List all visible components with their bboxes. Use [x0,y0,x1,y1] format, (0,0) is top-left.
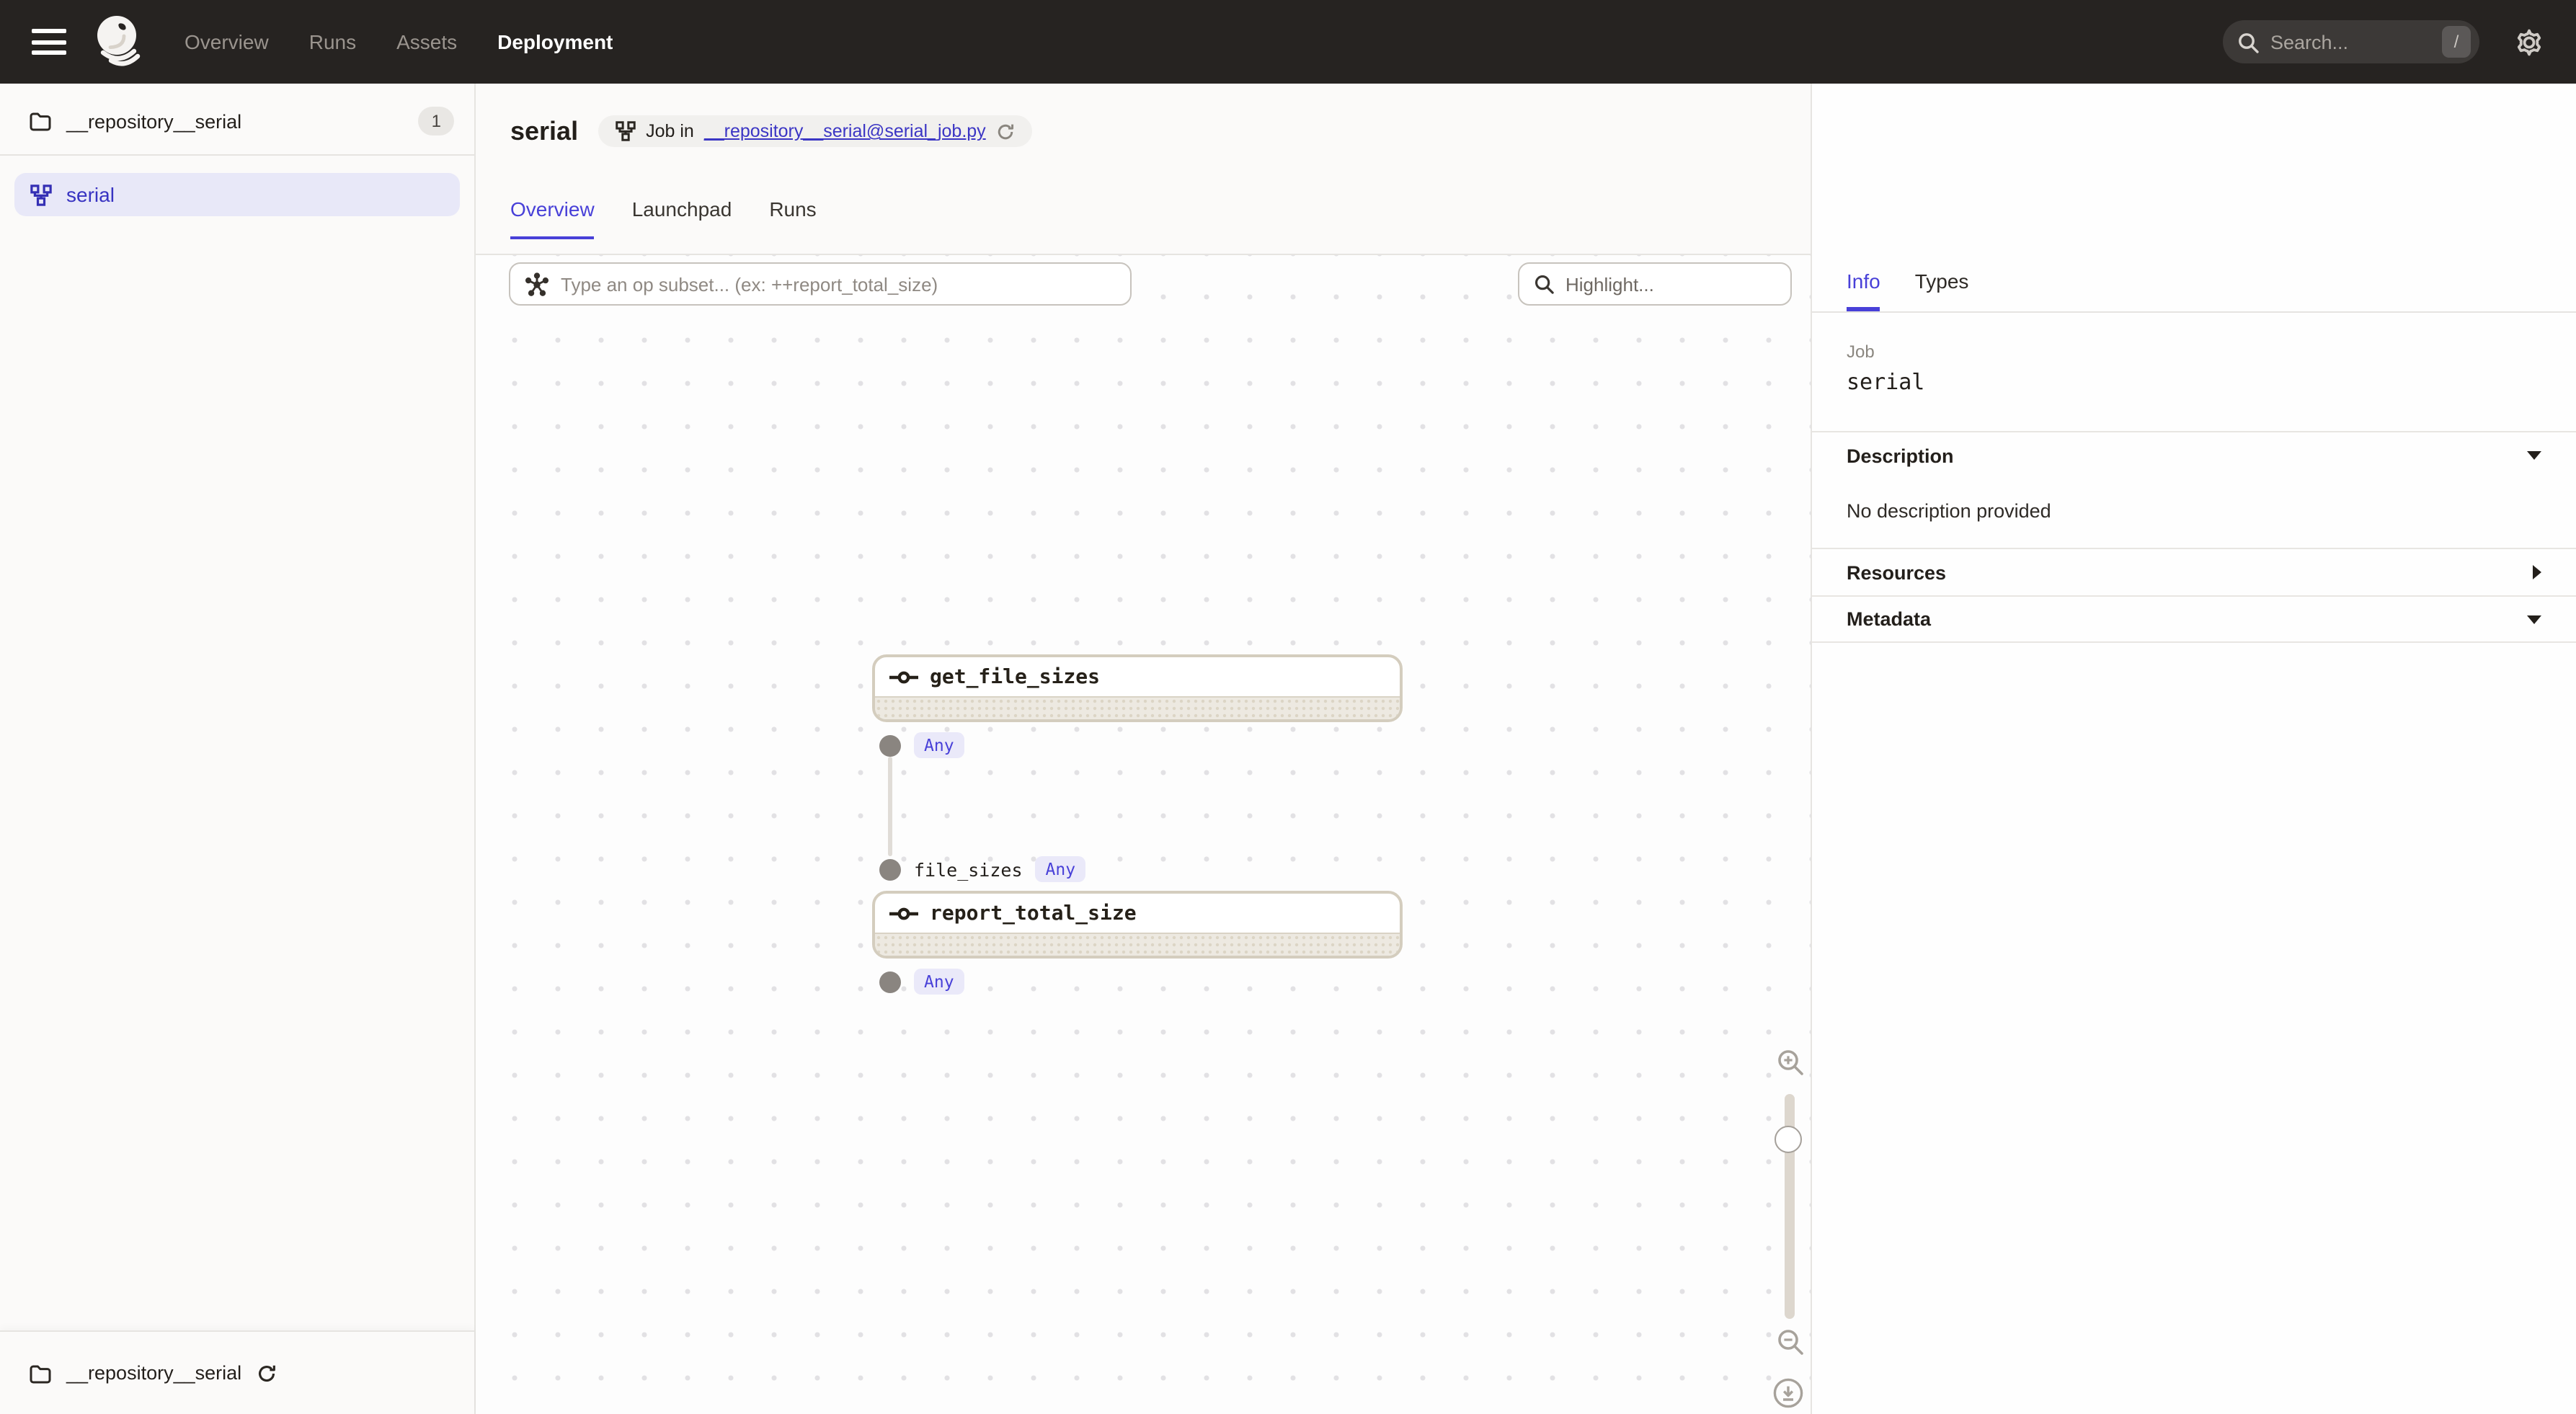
section-title: Description [1847,445,1954,466]
op-name: report_total_size [930,902,1137,925]
folder-icon [29,1361,52,1384]
breadcrumb: Job in __repository__serial@serial_job.p… [598,115,1032,147]
job-icon [30,184,52,205]
caret-down-icon [2527,451,2541,460]
tab-info[interactable]: Info [1847,270,1880,311]
breadcrumb-prefix: Job in [646,121,694,141]
output-row-report-total-size: Any [879,969,964,995]
sidebar-item-label: serial [66,183,115,206]
nav-link-assets[interactable]: Assets [396,30,457,53]
type-badge[interactable]: Any [914,969,964,995]
info-panel: Info Types Job serial Description No des… [1811,84,2576,1414]
job-tabs: Overview Launchpad Runs [510,196,1776,254]
info-sections: Description No description provided Reso… [1812,431,2576,643]
sidebar-item-serial[interactable]: serial [14,173,460,216]
output-handle [879,734,901,756]
section-metadata[interactable]: Metadata [1812,595,2576,643]
op-node-report-total-size[interactable]: report_total_size [872,891,1403,959]
caret-right-icon [2533,565,2541,579]
dagster-logo[interactable] [89,12,147,72]
zoom-out-icon[interactable] [1776,1328,1805,1356]
output-handle [879,971,901,992]
repo-header[interactable]: __repository__serial 1 [0,84,474,156]
description-body: No description provided [1812,479,2576,548]
tab-types[interactable]: Types [1915,270,1969,311]
repo-location-link[interactable]: __repository__serial@serial_job.py [704,121,986,141]
op-subset-filter [509,262,1132,306]
sidebar-footer: __repository__serial [0,1330,474,1414]
type-badge[interactable]: Any [914,732,964,758]
search-icon [1534,274,1554,294]
highlight-filter [1518,262,1792,306]
main-content: serial Job in __repository__serial@seria… [476,84,1811,1414]
search-shortcut-badge: / [2442,26,2471,58]
op-subset-input[interactable] [561,273,1116,295]
input-handle [879,858,901,880]
job-label: Job [1847,342,2541,362]
tab-launchpad[interactable]: Launchpad [632,196,732,239]
job-list: serial [0,156,474,234]
op-name: get_file_sizes [930,665,1100,688]
op-node-footer [875,933,1400,956]
zoom-in-icon[interactable] [1776,1048,1805,1077]
top-nav: Overview Runs Assets Deployment Search..… [0,0,2576,84]
section-description[interactable]: Description [1812,431,2576,479]
output-row-get-file-sizes: Any [879,732,964,758]
tab-overview[interactable]: Overview [510,196,595,239]
op-selector-icon [525,272,549,296]
repo-name: __repository__serial [66,110,241,132]
job-count-badge: 1 [419,107,454,135]
job-info: Job serial [1812,313,2576,395]
search-placeholder: Search... [2270,31,2430,53]
type-badge[interactable]: Any [1036,856,1086,882]
nav-link-deployment[interactable]: Deployment [497,30,613,53]
job-name: serial [1847,369,2541,395]
section-resources[interactable]: Resources [1812,548,2576,595]
section-title: Resources [1847,561,1946,583]
input-row-file-sizes: file_sizes Any [879,856,1085,882]
primary-nav: Overview Runs Assets Deployment [185,30,613,53]
highlight-input[interactable] [1565,273,1776,295]
info-panel-tabs: Info Types [1812,84,2576,313]
zoom-slider-handle[interactable] [1775,1126,1802,1153]
op-icon [889,670,918,684]
hamburger-menu-icon[interactable] [32,29,66,55]
job-header: serial Job in __repository__serial@seria… [476,84,1811,255]
section-title: Metadata [1847,608,1931,630]
op-icon [889,906,918,920]
search-icon [2237,31,2259,53]
reload-location-icon[interactable] [996,122,1015,141]
folder-icon [29,110,52,133]
caret-down-icon [2527,615,2541,623]
dagster-app: Overview Runs Assets Deployment Search..… [0,0,2576,1414]
job-icon [616,121,636,141]
footer-repo-name: __repository__serial [66,1362,241,1384]
nav-link-runs[interactable]: Runs [309,30,356,53]
tab-runs[interactable]: Runs [769,196,816,239]
op-node-footer [875,696,1400,719]
nav-link-overview[interactable]: Overview [185,30,269,53]
global-search[interactable]: Search... / [2223,20,2479,63]
reload-repository-icon[interactable] [256,1363,276,1383]
page-title: serial [510,117,578,146]
gear-icon[interactable] [2514,27,2544,57]
sidebar: __repository__serial 1 serial __reposito… [0,84,476,1414]
dag-canvas[interactable]: get_file_sizes Any file_sizes Any [476,255,1811,1414]
download-dag-icon[interactable] [1772,1377,1805,1410]
op-node-get-file-sizes[interactable]: get_file_sizes [872,654,1403,722]
dag-edge [888,757,892,856]
input-name: file_sizes [914,858,1023,880]
